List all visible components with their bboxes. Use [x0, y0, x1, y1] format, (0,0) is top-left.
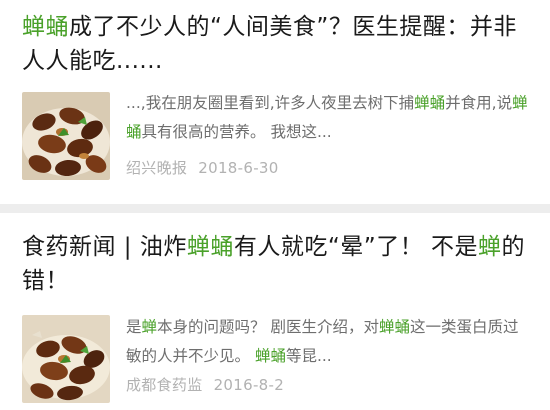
- snippet-text: 等昆...: [285, 347, 332, 365]
- title-text: 食药新闻 | 油炸: [22, 234, 187, 260]
- snippet-text: 是: [126, 318, 142, 336]
- article-source: 成都食药监: [126, 376, 203, 394]
- title-text: 有人就吃“晕”了！ 不是: [233, 234, 479, 260]
- fried-cicada-photo-icon: [22, 92, 110, 180]
- article-source: 绍兴晚报: [126, 159, 188, 177]
- snippet-text: 本身的问题吗？ 剧医生介绍，对: [157, 318, 379, 336]
- article-date: 2018-6-30: [198, 159, 279, 177]
- article-date: 2016-8-2: [213, 376, 285, 394]
- title-text: 成了不少人的“人间美食”？医生提醒：并非人人能吃......: [22, 14, 517, 74]
- card-separator: [0, 204, 550, 213]
- snippet-keyword: 蝉: [141, 318, 158, 336]
- snippet-keyword: 蝉蛹: [254, 347, 286, 365]
- fried-cicada-photo-icon: [22, 315, 110, 403]
- article-thumbnail[interactable]: [22, 92, 110, 180]
- article-title[interactable]: 蝉蛹成了不少人的“人间美食”？医生提醒：并非人人能吃......: [22, 10, 530, 78]
- snippet-text: ...,我在朋友圈里看到,许多人夜里去树下捕: [126, 94, 415, 112]
- article-snippet: ...,我在朋友圈里看到,许多人夜里去树下捕蝉蛹并食用,说蝉蛹具有很高的营养。 …: [126, 89, 532, 147]
- search-result-card[interactable]: 蝉蛹成了不少人的“人间美食”？医生提醒：并非人人能吃...... ...,我在朋…: [0, 0, 550, 204]
- title-keyword: 蝉: [478, 234, 502, 260]
- title-keyword: 蝉蛹: [22, 14, 69, 40]
- snippet-keyword: 蝉蛹: [378, 318, 410, 336]
- article-title[interactable]: 食药新闻 | 油炸蝉蛹有人就吃“晕”了！ 不是蝉的错！: [22, 230, 530, 298]
- search-result-card[interactable]: 食药新闻 | 油炸蝉蛹有人就吃“晕”了！ 不是蝉的错！ 是蝉本身的问题吗？ 剧医…: [0, 213, 550, 410]
- article-snippet: 是蝉本身的问题吗？ 剧医生介绍，对蝉蛹这一类蛋白质过敏的人并不少见。 蝉蛹等昆.…: [126, 313, 532, 371]
- snippet-text: 具有很高的营养。 我想这...: [141, 123, 332, 141]
- article-meta: 绍兴晚报 2018-6-30: [126, 158, 279, 178]
- article-thumbnail[interactable]: [22, 315, 110, 403]
- title-keyword: 蝉蛹: [186, 234, 234, 260]
- snippet-keyword: 蝉蛹: [414, 94, 446, 112]
- article-meta: 成都食药监 2016-8-2: [126, 375, 284, 395]
- snippet-text: 并食用,说: [445, 94, 513, 112]
